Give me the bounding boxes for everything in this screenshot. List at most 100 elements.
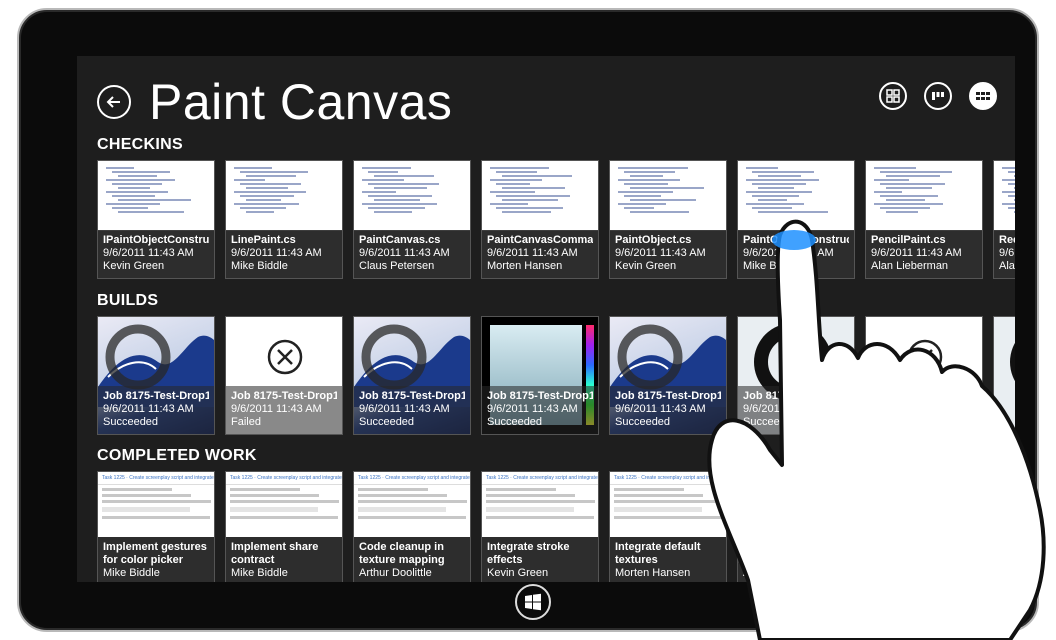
checkin-author: Kevin Green bbox=[615, 260, 677, 272]
form-field-line bbox=[486, 507, 575, 512]
build-job-name: Job 8175-Test-Drop1 bbox=[615, 390, 721, 402]
work-item-tile[interactable]: Task 1225 · Create screenplay script and… bbox=[225, 471, 343, 582]
build-tile[interactable] bbox=[865, 316, 983, 435]
build-status: Succeeded bbox=[103, 416, 159, 428]
code-line bbox=[752, 183, 807, 185]
form-field-line bbox=[486, 488, 556, 491]
build-job-name: Job 8175-Test-Drop1 bbox=[231, 390, 337, 402]
work-title-line2: contract bbox=[231, 554, 275, 566]
build-tile[interactable]: Job 8175-Test-Drop1 9/6/2011 11:43 AM Succ… bbox=[481, 316, 599, 435]
code-line bbox=[624, 171, 676, 173]
form-field-line bbox=[102, 516, 210, 519]
build-job-name: Job 8175-Test-Drop1 bbox=[103, 390, 209, 402]
code-line bbox=[240, 171, 308, 173]
checkin-tile[interactable]: PaintCanvasComman 9/6/2011 11:43 AM Morten… bbox=[481, 160, 599, 279]
work-title-line1: Integrate stroke bbox=[487, 541, 570, 553]
code-line bbox=[758, 211, 828, 213]
checkin-date: 9/6/2011 11:43 AM bbox=[231, 247, 322, 259]
code-line bbox=[880, 195, 938, 197]
checkin-tile[interactable]: Rec9/6Alar bbox=[993, 160, 1015, 279]
task-header-text: Task 1225 · Create screenplay script and… bbox=[610, 472, 726, 485]
code-line bbox=[112, 183, 163, 185]
code-line bbox=[746, 179, 819, 181]
build-tile[interactable]: Job 8175-Test-Drop1 9/6/2011 11:43 AM Succ… bbox=[97, 316, 215, 435]
code-line bbox=[886, 211, 918, 213]
checkin-tile[interactable]: PaintObject.cs 9/6/2011 11:43 AM Kevin Gre… bbox=[609, 160, 727, 279]
checkin-date: 9/6/2011 11:43 AM bbox=[103, 247, 194, 259]
tile-view-icon bbox=[932, 92, 944, 100]
work-item-tile[interactable]: Task 1225 SetprojMor bbox=[993, 471, 1015, 582]
form-field-line bbox=[358, 516, 466, 519]
code-line bbox=[630, 211, 690, 213]
grid-view-button[interactable] bbox=[879, 82, 907, 110]
work-title-line1: Implement share bbox=[231, 541, 319, 553]
form-field-line bbox=[102, 500, 212, 503]
builds-row: Job 8175-Test-Drop1 9/6/2011 11:43 AM Succ… bbox=[97, 316, 1015, 435]
windows-button[interactable] bbox=[515, 584, 551, 620]
code-thumbnail bbox=[354, 161, 470, 231]
tile-caption: PaintCanvasComman 9/6/2011 11:43 AM Morten… bbox=[482, 230, 598, 278]
build-tile[interactable]: Job 8175-Test-Drop1 9/6/2011 11:43 AM Fail… bbox=[225, 316, 343, 435]
checkin-file-name: Rec bbox=[999, 234, 1015, 246]
code-preview bbox=[106, 167, 191, 215]
task-header-text: Task 1225 · Create screenplay script and… bbox=[354, 472, 470, 485]
form-field-line bbox=[358, 500, 468, 503]
form-field-line bbox=[614, 507, 703, 512]
code-line bbox=[874, 203, 943, 205]
list-view-button[interactable] bbox=[969, 82, 997, 110]
code-line bbox=[118, 211, 184, 213]
work-author: Mike Biddle bbox=[231, 567, 288, 579]
form-field-line bbox=[742, 516, 850, 519]
code-preview bbox=[362, 167, 442, 215]
checkin-author: Mike Biddle bbox=[743, 260, 800, 272]
code-line bbox=[374, 211, 413, 213]
code-line bbox=[368, 171, 399, 173]
checkin-tile[interactable]: LinePaint.cs 9/6/2011 11:43 AM Mike Biddle bbox=[225, 160, 343, 279]
build-tile[interactable]: Job 8175-Test-Drop1 9/6/2011 11:43 AM Succ… bbox=[353, 316, 471, 435]
code-line bbox=[240, 183, 301, 185]
code-line bbox=[886, 175, 940, 177]
build-tile[interactable]: Job 8175 9/6/2011 Succeed bbox=[737, 316, 855, 435]
work-item-tile[interactable] bbox=[865, 471, 983, 582]
tile-caption: Job 8175-Test-Drop1 9/6/2011 11:43 AM Succ… bbox=[354, 386, 470, 434]
code-line bbox=[246, 199, 282, 201]
checkin-date: 9/6/2011 11:43 AM bbox=[359, 247, 450, 259]
code-thumbnail bbox=[866, 161, 982, 231]
work-item-tile[interactable]: Task 1225 · Create screenplay script and… bbox=[609, 471, 727, 582]
checkin-tile[interactable]: PaintObjectConstruct 9/6/2011 11:43 AM Mik… bbox=[737, 160, 855, 279]
code-line bbox=[746, 203, 805, 205]
code-line bbox=[246, 175, 296, 177]
work-item-tile[interactable]: Task 1225 · Create screenplay script and… bbox=[737, 471, 855, 582]
form-field-line bbox=[230, 488, 300, 491]
checkin-tile[interactable]: PencilPaint.cs 9/6/2011 11:43 AM Alan Lieb… bbox=[865, 160, 983, 279]
checkin-date: 9/6 bbox=[999, 247, 1015, 259]
code-thumbnail bbox=[994, 161, 1015, 231]
build-job-name: Job 8175-Test-Drop1 bbox=[359, 390, 465, 402]
checkins-row: IPaintObjectConstruct 9/6/2011 11:43 AM Ke… bbox=[97, 160, 1015, 279]
code-line bbox=[112, 171, 170, 173]
checkin-tile[interactable]: PaintCanvas.cs 9/6/2011 11:43 AM Claus Pet… bbox=[353, 160, 471, 279]
work-title-line1: Implement gestures bbox=[103, 541, 207, 553]
code-line bbox=[1014, 199, 1015, 201]
work-item-tile[interactable]: Task 1225 · Create screenplay script and… bbox=[481, 471, 599, 582]
tile-view-button[interactable] bbox=[924, 82, 952, 110]
checkin-tile[interactable]: IPaintObjectConstruct 9/6/2011 11:43 AM Ke… bbox=[97, 160, 215, 279]
tile-caption: Job 8175-Test-Drop1 9/6/2011 11:43 AM Succ… bbox=[482, 386, 598, 434]
windows-logo-icon bbox=[525, 593, 541, 611]
form-field-line bbox=[742, 494, 832, 497]
work-item-tile[interactable]: Task 1225 · Create screenplay script and… bbox=[97, 471, 215, 582]
work-item-tile[interactable]: Task 1225 · Create screenplay script and… bbox=[353, 471, 471, 582]
tile-caption: IPaintObjectConstruct 9/6/2011 11:43 AM Ke… bbox=[98, 230, 214, 278]
page-header: Paint Canvas bbox=[97, 72, 452, 132]
build-tile[interactable] bbox=[993, 316, 1015, 435]
code-line bbox=[106, 179, 175, 181]
code-line bbox=[1008, 195, 1015, 197]
tile-caption: Implement gestures for color picker Mike B… bbox=[98, 537, 214, 582]
code-line bbox=[758, 199, 787, 201]
code-line bbox=[624, 207, 654, 209]
task-form-thumbnail: Task 1225 bbox=[994, 472, 1015, 544]
back-button[interactable] bbox=[97, 85, 131, 119]
code-line bbox=[502, 175, 573, 177]
task-form-thumbnail: Task 1225 · Create screenplay script and… bbox=[226, 472, 342, 544]
build-tile[interactable]: Job 8175-Test-Drop1 9/6/2011 11:43 AM Succ… bbox=[609, 316, 727, 435]
